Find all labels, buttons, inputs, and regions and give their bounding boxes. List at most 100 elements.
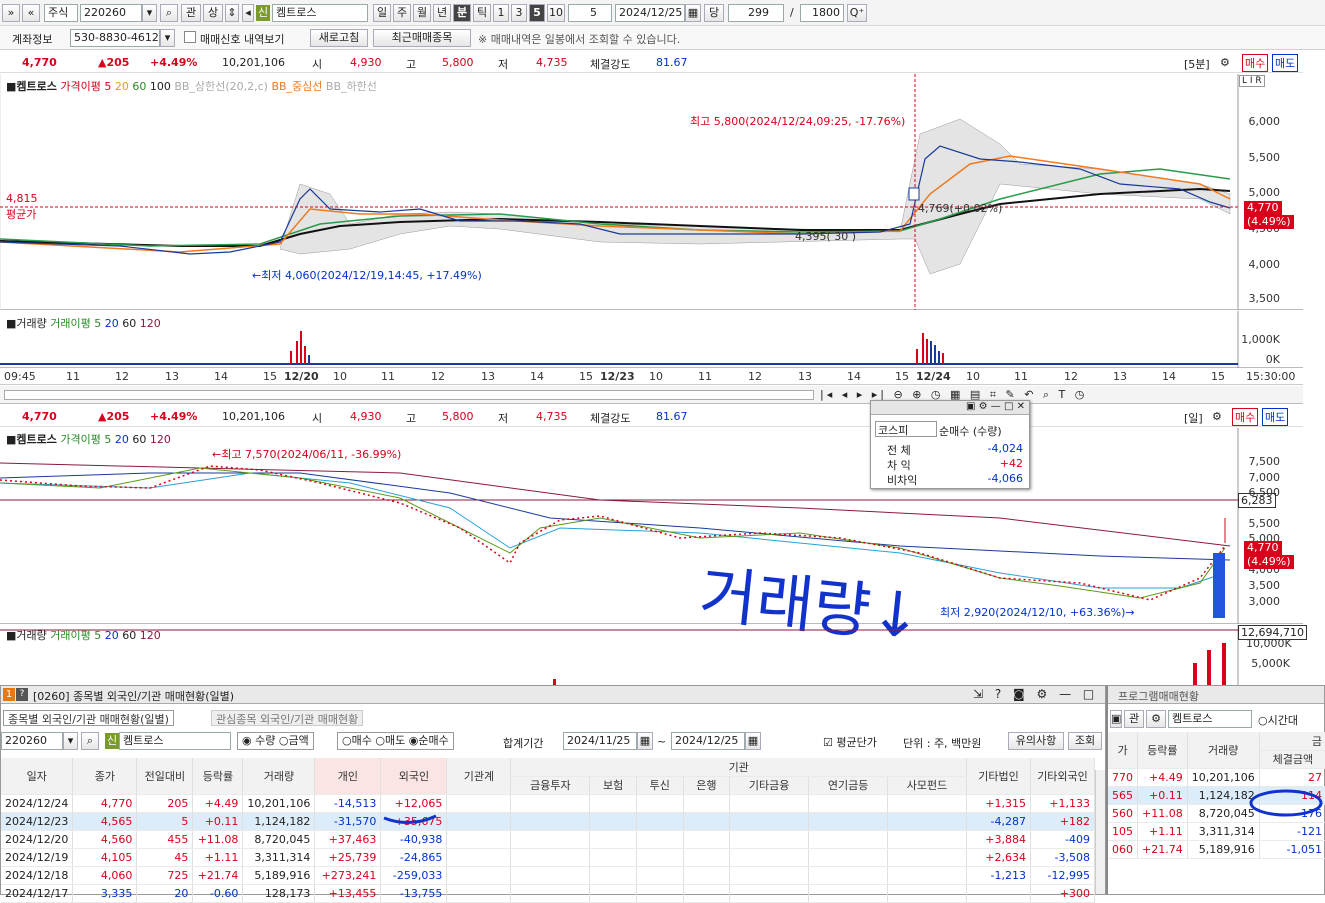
market-select[interactable]: 주식 <box>44 4 78 22</box>
vol2-ma-label: 거래이평 <box>50 629 91 642</box>
expand-icon[interactable]: » <box>2 4 20 22</box>
stock-name-field[interactable]: 켐트로스 <box>272 4 368 22</box>
tab-tick[interactable]: 틱 <box>473 4 491 22</box>
side-radio-group[interactable]: ○매수 ○매도 ◉순매수 <box>337 732 454 750</box>
collapse-icon[interactable]: « <box>22 4 40 22</box>
zoom-icon[interactable]: Q⁺ <box>847 4 867 22</box>
horizontal-scrollbar[interactable] <box>4 390 814 400</box>
signal-checkbox[interactable] <box>184 31 196 43</box>
search-icon[interactable]: ⌕ <box>160 4 178 22</box>
buy-button[interactable]: 매수 <box>1232 408 1259 426</box>
recent-button[interactable]: 최근매매종목 <box>373 29 471 47</box>
legend-ma60: 60 <box>132 433 147 446</box>
spin-icon[interactable]: ⇕ <box>225 4 239 22</box>
window-link-icon[interactable]: ? <box>16 688 28 701</box>
gwan-button[interactable]: 관 <box>181 4 201 22</box>
credit-badge: 신 <box>256 5 270 21</box>
settings-icon[interactable]: ⚙ <box>1146 710 1166 728</box>
gear-icon[interactable]: ⚙ <box>1212 410 1222 423</box>
mid-annotation-2: 4,395( 30 ) <box>795 230 857 243</box>
popup-market-select[interactable]: 코스피 <box>875 421 937 437</box>
tab-day[interactable]: 일 <box>373 4 391 22</box>
chevron-down-icon[interactable]: ▾ <box>160 29 175 47</box>
table-row: 2024/12/19 4,105 45 +1.11 3,311,314 +25,739 -2… <box>1 848 1095 867</box>
lir-buttons[interactable]: L I R <box>1239 75 1265 87</box>
time-radio-label: 시간대 <box>1267 714 1298 727</box>
unit-radio-group[interactable]: ◉ 수량 ○금액 <box>237 732 314 750</box>
cell-close: 4,560 <box>72 830 138 849</box>
avg-checkbox[interactable]: ☑ 평균단가 <box>823 734 877 750</box>
time-radio[interactable]: ○시간대 <box>1258 712 1298 728</box>
tab-minute[interactable]: 분 <box>453 4 471 22</box>
volume: 10,201,106 <box>222 410 285 423</box>
cell-close: 4,565 <box>72 812 138 831</box>
refresh-button[interactable]: 새로고침 <box>310 29 368 47</box>
table-row: 105 +1.11 3,311,314 -121 <box>1108 822 1325 841</box>
link-icon[interactable]: ▣ <box>1110 710 1122 728</box>
period-label: 합계기간 <box>503 737 544 750</box>
code-input[interactable]: 220260 <box>80 4 142 22</box>
tab-watchlist[interactable]: 관심종목 외국인/기관 매매현황 <box>211 710 364 726</box>
table-scrollbar[interactable] <box>1095 770 1105 894</box>
cell-change: 455 <box>136 830 194 849</box>
open-label: 시 <box>312 58 323 71</box>
from-date[interactable]: 2024/11/25 <box>563 732 637 750</box>
dang-button[interactable]: 당 <box>704 4 724 22</box>
cell-price: 565 <box>1108 786 1138 805</box>
sell-button[interactable]: 매도 <box>1262 408 1289 426</box>
minute-5[interactable]: 5 <box>529 4 545 22</box>
tab-year[interactable]: 년 <box>433 4 451 22</box>
radio-amount: 금액 <box>288 734 309 747</box>
gwan-button[interactable]: 관 <box>1124 710 1144 728</box>
cell-rate: +11.08 <box>192 830 244 849</box>
date-input[interactable]: 2024/12/25 <box>615 4 685 22</box>
search-icon[interactable]: ⌕ <box>81 732 99 750</box>
intraday-volume-chart[interactable]: ■거래량 거래이평 5 20 60 120 1,000K 0K <box>0 311 1303 368</box>
cell-volume: 3,311,314 <box>242 848 316 867</box>
tab-investor-daily[interactable]: 종목별 외국인/기관 매매현황(일별) <box>3 710 174 726</box>
sell-button[interactable]: 매도 <box>1272 54 1299 72</box>
account-input[interactable]: 530-8830-4612- <box>70 29 160 47</box>
to-date[interactable]: 2024/12/25 <box>671 732 745 750</box>
buy-button[interactable]: 매수 <box>1242 54 1269 72</box>
col-rate: 등락률 <box>1137 732 1188 769</box>
total-input[interactable]: 1800 <box>800 4 844 22</box>
low-annotation: 최저 2,920(2024/12/10, +63.36%)→ <box>940 606 1135 619</box>
count-input[interactable]: 299 <box>728 4 784 22</box>
signal-label: 매매신호 내역보기 <box>200 33 285 46</box>
cell-rate: +1.11 <box>1137 822 1188 841</box>
minute-3[interactable]: 3 <box>511 4 527 22</box>
popup-controls[interactable]: ▣ ⚙ — □ ✕ <box>871 401 1029 415</box>
minute-10[interactable]: 10 <box>547 4 565 22</box>
daily-volume-chart[interactable]: ■거래량 거래이평 5 20 60 120 12,694,710 10,000K… <box>0 625 1307 685</box>
window-controls[interactable]: ⇲ ? ◙ ⚙ — □ ✕ <box>973 687 1120 701</box>
minute-value-select[interactable]: 5 <box>568 4 612 22</box>
query-button[interactable]: 조회 <box>1068 732 1102 750</box>
vol1-ma-label: 거래이평 <box>50 317 91 330</box>
calendar-icon[interactable]: ▦ <box>685 4 701 22</box>
cell-rate: +0.11 <box>192 812 244 831</box>
investor-titlebar: 1 ? [0260] 종목별 외국인/기관 매매현황(일별) ⇲ ? ◙ ⚙ —… <box>1 686 1116 704</box>
intraday-price-chart[interactable]: ■켐트로스 가격이평 5 20 60 100 BB_상한선(20,2,c) BB… <box>0 74 1303 310</box>
sang-button[interactable]: 상 <box>203 4 223 22</box>
tab-week[interactable]: 주 <box>393 4 411 22</box>
minute-1[interactable]: 1 <box>493 4 509 22</box>
gear-icon[interactable]: ⚙ <box>1220 56 1230 69</box>
calendar-icon[interactable]: ▦ <box>637 732 653 750</box>
daily-price-chart[interactable]: ■켐트로스 가격이평 5 20 60 120 ←최고 7,570(2024/06… <box>0 428 1303 624</box>
notice-button[interactable]: 유의사항 <box>1008 732 1064 750</box>
col-fin-invest: 금융투자 <box>510 776 591 795</box>
xtick: 14 <box>847 370 861 383</box>
vol1-ma60: 60 <box>122 317 137 330</box>
chevron-down-icon[interactable]: ▾ <box>142 4 157 22</box>
program-name-field[interactable]: 켐트로스 <box>1168 710 1252 728</box>
calendar-icon[interactable]: ▦ <box>745 732 761 750</box>
cell-rate: +4.49 <box>1137 768 1188 787</box>
prev-icon[interactable]: ◂ <box>242 4 254 22</box>
xtick: 10 <box>333 370 347 383</box>
win-name-field[interactable]: 켐트로스 <box>119 732 231 750</box>
tab-month[interactable]: 월 <box>413 4 431 22</box>
cell-rate: +0.11 <box>1137 786 1188 805</box>
chevron-down-icon[interactable]: ▾ <box>63 732 78 750</box>
win-code-input[interactable]: 220260 <box>1 732 63 750</box>
